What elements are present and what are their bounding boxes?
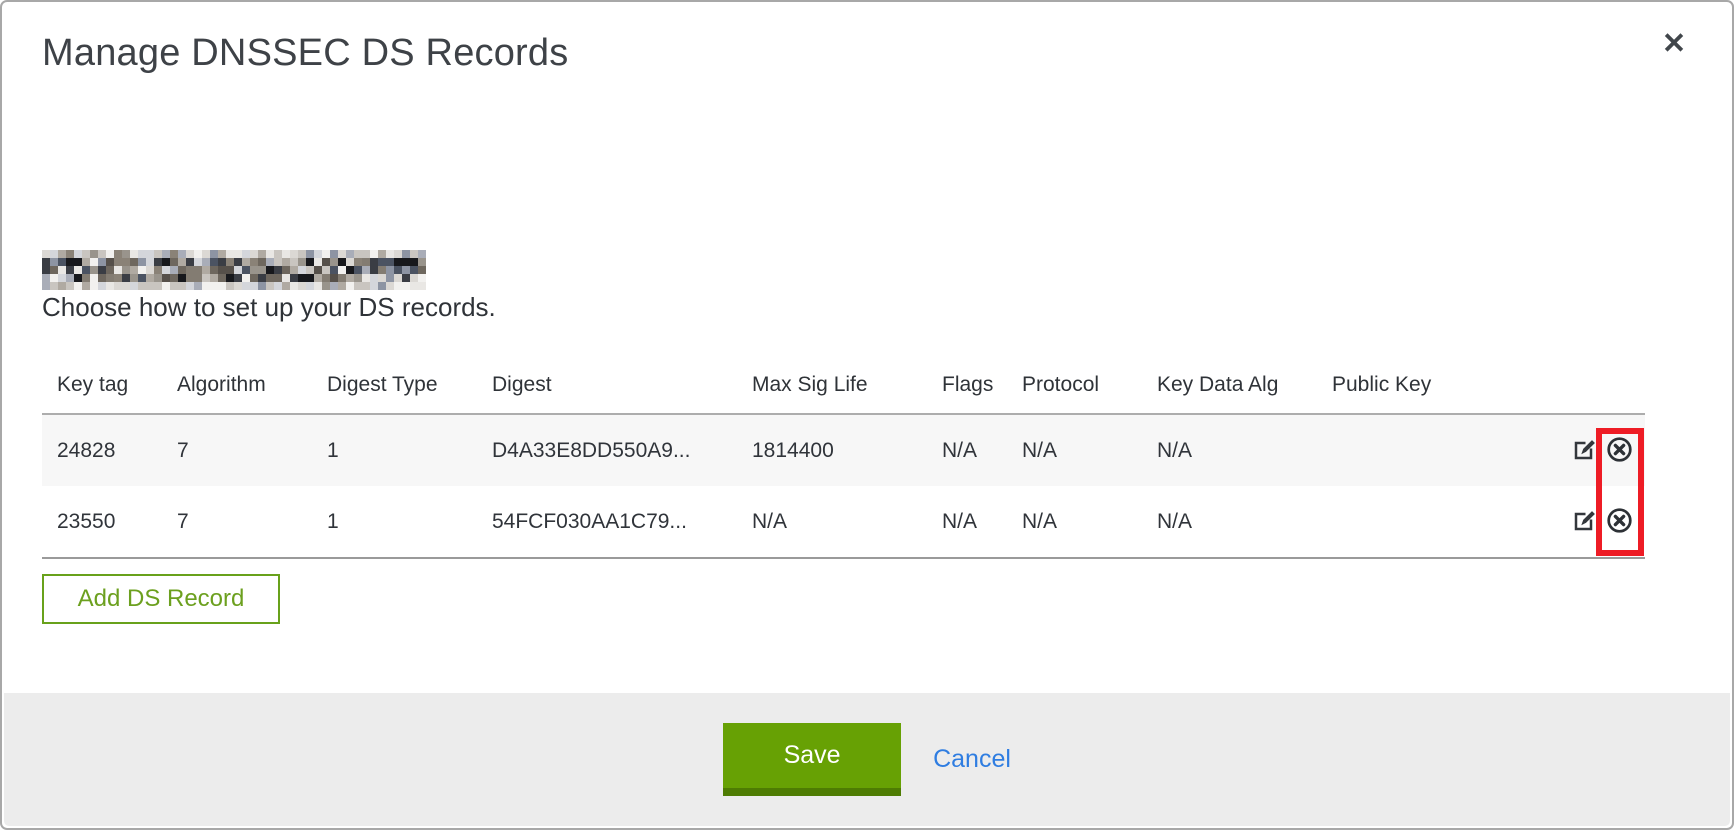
table-cell: N/A <box>1157 486 1332 558</box>
table-cell: N/A <box>942 414 1022 486</box>
table-cell: 1814400 <box>752 414 942 486</box>
row-actions-cell <box>1547 414 1645 486</box>
col-header-key-tag: Key tag <box>42 373 177 414</box>
table-body: 2482871D4A33E8DD550A9...1814400N/AN/AN/A <box>42 414 1645 558</box>
table-cell: 7 <box>177 414 327 486</box>
edit-record-button[interactable] <box>1570 508 1598 536</box>
table-cell: 1 <box>327 486 492 558</box>
table-cell: 7 <box>177 486 327 558</box>
delete-icon <box>1606 436 1633 466</box>
edit-icon <box>1572 437 1597 465</box>
col-header-key-data-alg: Key Data Alg <box>1157 373 1332 414</box>
redacted-domain <box>42 250 426 290</box>
table-cell: 54FCF030AA1C79... <box>492 486 752 558</box>
edit-record-button[interactable] <box>1570 437 1598 465</box>
ds-records-table: Key tag Algorithm Digest Type Digest Max… <box>42 373 1645 559</box>
instruction-text: Choose how to set up your DS records. <box>42 292 496 323</box>
col-header-algorithm: Algorithm <box>177 373 327 414</box>
save-button[interactable]: Save <box>723 723 901 796</box>
table-cell: 1 <box>327 414 492 486</box>
table-cell: N/A <box>942 486 1022 558</box>
table-cell <box>1332 414 1547 486</box>
table-cell: D4A33E8DD550A9... <box>492 414 752 486</box>
close-icon: ✕ <box>1662 28 1686 60</box>
table-cell: 23550 <box>42 486 177 558</box>
table-row: 235507154FCF030AA1C79...N/AN/AN/AN/A <box>42 486 1645 558</box>
row-actions-cell <box>1547 486 1645 558</box>
delete-icon <box>1606 507 1633 537</box>
add-ds-record-button[interactable]: Add DS Record <box>42 574 280 624</box>
edit-icon <box>1572 508 1597 536</box>
modal-footer: Save Cancel <box>4 693 1730 826</box>
table-cell: 24828 <box>42 414 177 486</box>
delete-record-button[interactable] <box>1605 508 1633 536</box>
close-button[interactable]: ✕ <box>1654 24 1694 64</box>
manage-dnssec-modal: Manage DNSSEC DS Records ✕ Choose how to… <box>0 0 1734 830</box>
col-header-protocol: Protocol <box>1022 373 1157 414</box>
table-cell: N/A <box>1157 414 1332 486</box>
add-ds-record-label: Add DS Record <box>78 585 245 613</box>
col-header-flags: Flags <box>942 373 1022 414</box>
table-row: 2482871D4A33E8DD550A9...1814400N/AN/AN/A <box>42 414 1645 486</box>
page-title: Manage DNSSEC DS Records <box>42 32 568 75</box>
table-cell: N/A <box>1022 414 1157 486</box>
col-header-digest: Digest <box>492 373 752 414</box>
delete-record-button[interactable] <box>1605 437 1633 465</box>
col-header-actions <box>1547 373 1645 414</box>
table-cell <box>1332 486 1547 558</box>
table-header-row: Key tag Algorithm Digest Type Digest Max… <box>42 373 1645 414</box>
table-cell: N/A <box>752 486 942 558</box>
ds-records-table-wrap: Key tag Algorithm Digest Type Digest Max… <box>42 373 1645 559</box>
cancel-link[interactable]: Cancel <box>933 745 1011 774</box>
table-cell: N/A <box>1022 486 1157 558</box>
col-header-max-sig-life: Max Sig Life <box>752 373 942 414</box>
col-header-public-key: Public Key <box>1332 373 1547 414</box>
col-header-digest-type: Digest Type <box>327 373 492 414</box>
